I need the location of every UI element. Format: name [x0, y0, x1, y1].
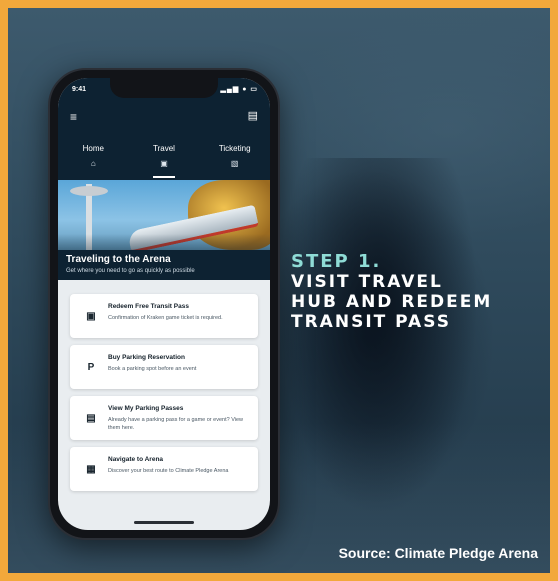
card-title: View My Parking Passes — [108, 405, 184, 412]
tab-home[interactable]: Home ⌂ — [58, 142, 129, 178]
car-icon: ▤ — [86, 412, 96, 424]
status-icons: ▂▄▆ ● ▭ — [220, 86, 258, 93]
phone-notch — [110, 78, 218, 98]
travel-options-list: ▣ Redeem Free Transit Pass Confirmation … — [70, 294, 258, 498]
banner-title: Traveling to the Arena — [66, 254, 171, 265]
hamburger-menu-icon[interactable]: ≡ — [70, 110, 77, 124]
tab-home-label: Home — [82, 144, 104, 153]
card-view-parking-passes[interactable]: ▤ View My Parking Passes Already have a … — [70, 396, 258, 440]
tab-ticketing[interactable]: Ticketing ▧ — [199, 142, 270, 178]
card-description: Book a parking spot before an event — [108, 366, 197, 372]
step-number: STEP 1. — [291, 251, 382, 272]
bus-icon: ▣ — [160, 159, 168, 168]
card-navigate-to-arena[interactable]: ▦ Navigate to Arena Discover your best r… — [70, 447, 258, 491]
card-title: Redeem Free Transit Pass — [108, 303, 189, 310]
app-header: ≡ ▤ Home ⌂ Travel ▣ Ticketing ▧ — [58, 100, 270, 180]
parking-icon: P — [87, 361, 95, 373]
banner-subtitle: Get where you need to go as quickly as p… — [66, 268, 195, 274]
step-line-1: VISIT TRAVEL — [291, 272, 443, 292]
card-title: Buy Parking Reservation — [108, 354, 185, 361]
bus-icon: ▣ — [86, 310, 96, 322]
card-buy-parking[interactable]: P Buy Parking Reservation Book a parking… — [70, 345, 258, 389]
step-overlay-text: STEP 1. VISIT TRAVEL HUB AND REDEEM TRAN… — [291, 251, 493, 333]
space-needle-top — [70, 186, 108, 196]
source-credit: Source: Climate Pledge Arena — [338, 545, 538, 561]
tab-bar: Home ⌂ Travel ▣ Ticketing ▧ — [58, 142, 270, 178]
card-description: Discover your best route to Climate Pled… — [108, 468, 229, 474]
card-description: Already have a parking pass for a game o… — [108, 417, 244, 431]
home-indicator — [134, 521, 194, 524]
card-description: Confirmation of Kraken game ticket is re… — [108, 315, 223, 321]
phone-mockup: 9:41 ▂▄▆ ● ▭ ≡ ▤ Home ⌂ Travel ▣ Ticketi… — [48, 68, 280, 540]
status-time: 9:41 — [72, 86, 87, 93]
tab-ticketing-label: Ticketing — [218, 144, 251, 153]
ticket-icon: ▧ — [230, 159, 239, 168]
card-redeem-transit-pass[interactable]: ▣ Redeem Free Transit Pass Confirmation … — [70, 294, 258, 338]
card-title: Navigate to Arena — [108, 456, 164, 463]
step-line-3: TRANSIT PASS — [291, 312, 451, 332]
home-icon: ⌂ — [90, 159, 96, 168]
tab-travel-label: Travel — [153, 144, 175, 153]
phone-screen: 9:41 ▂▄▆ ● ▭ ≡ ▤ Home ⌂ Travel ▣ Ticketi… — [58, 78, 270, 530]
hero-background: 9:41 ▂▄▆ ● ▭ ≡ ▤ Home ⌂ Travel ▣ Ticketi… — [8, 8, 550, 573]
map-icon: ▦ — [86, 463, 96, 475]
tab-travel[interactable]: Travel ▣ — [129, 142, 200, 178]
step-line-2: HUB AND REDEEM — [291, 292, 493, 312]
chat-icon[interactable]: ▤ — [248, 109, 258, 122]
